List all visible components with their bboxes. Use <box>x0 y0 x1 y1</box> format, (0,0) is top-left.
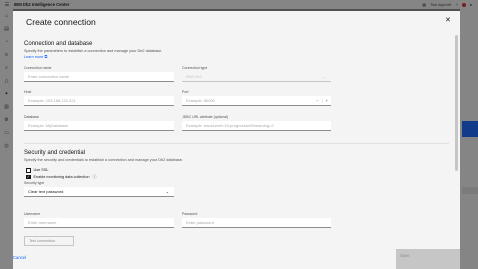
password-input[interactable]: Enter password <box>182 218 331 228</box>
use-ssl-checkbox[interactable] <box>26 168 31 173</box>
section-title-security: Security and credential <box>24 150 86 156</box>
port-label: Port <box>182 90 189 94</box>
security-type-label: Security type <box>24 181 45 185</box>
jdbc-label: JDBC URL attribute (optional) <box>182 115 229 119</box>
connection-name-label: Connection name <box>24 66 52 70</box>
section-divider <box>24 143 449 144</box>
cancel-button[interactable]: Cancel <box>13 255 26 260</box>
section-desc-security: Specify the security and credentials to … <box>24 158 183 162</box>
connection-name-input[interactable]: Enter connection name <box>24 72 174 82</box>
database-label: Database <box>24 115 39 119</box>
save-button[interactable]: Save <box>396 249 460 269</box>
port-stepper[interactable]: Example: 50000 − | + <box>182 96 331 106</box>
security-type-value: Clear text password <box>28 189 64 194</box>
use-ssl-label: Use SSL <box>33 168 49 173</box>
connection-type-label: Connection type <box>182 66 208 70</box>
info-icon[interactable]: ⓘ <box>92 174 96 180</box>
launch-icon: ⧉ <box>44 55 48 59</box>
close-icon[interactable]: ✕ <box>445 16 451 24</box>
monitoring-checkbox[interactable]: ✓ <box>26 174 31 180</box>
decrement-icon[interactable]: − <box>316 98 318 103</box>
test-connection-button[interactable]: Test connection <box>24 236 74 246</box>
host-input[interactable]: Example: 193.168.122.221 <box>24 96 174 106</box>
increment-icon[interactable]: + <box>326 98 328 103</box>
security-type-select[interactable]: Clear text password ⌄ <box>24 187 174 197</box>
stepper-divider: | <box>321 98 323 103</box>
section-desc-connection: Specify the parameters to establish a co… <box>24 49 163 53</box>
monitoring-checkbox-row[interactable]: ✓ Enable monitoring data collection ⓘ <box>26 174 96 180</box>
learn-more-link[interactable]: Learn more ⧉ <box>24 55 47 59</box>
chevron-down-icon: ⌄ <box>322 74 326 79</box>
section-title-connection: Connection and database <box>24 41 93 47</box>
connection-type-select[interactable]: IBM Db2 ⌄ <box>182 72 331 82</box>
database-input[interactable]: Example: MyDatabase <box>24 121 174 131</box>
modal-header: Create connection ✕ <box>13 11 460 33</box>
username-label: Username <box>24 212 41 216</box>
modal-scrollbar[interactable] <box>455 35 458 171</box>
learn-more-label: Learn more <box>24 55 44 59</box>
username-input[interactable]: Enter username <box>24 218 174 228</box>
use-ssl-checkbox-row[interactable]: Use SSL <box>26 168 48 173</box>
jdbc-input[interactable]: Example: traceLevel=10;progressiveStream… <box>182 121 331 131</box>
host-label: Host <box>24 90 32 94</box>
connection-type-value: IBM Db2 <box>186 74 202 79</box>
chevron-down-icon: ⌄ <box>165 189 169 194</box>
port-placeholder: Example: 50000 <box>186 98 215 103</box>
password-label: Password <box>182 212 198 216</box>
monitoring-label: Enable monitoring data collection <box>33 175 90 179</box>
modal-title: Create connection <box>26 17 96 27</box>
port-stepper-controls: − | + <box>316 98 328 103</box>
